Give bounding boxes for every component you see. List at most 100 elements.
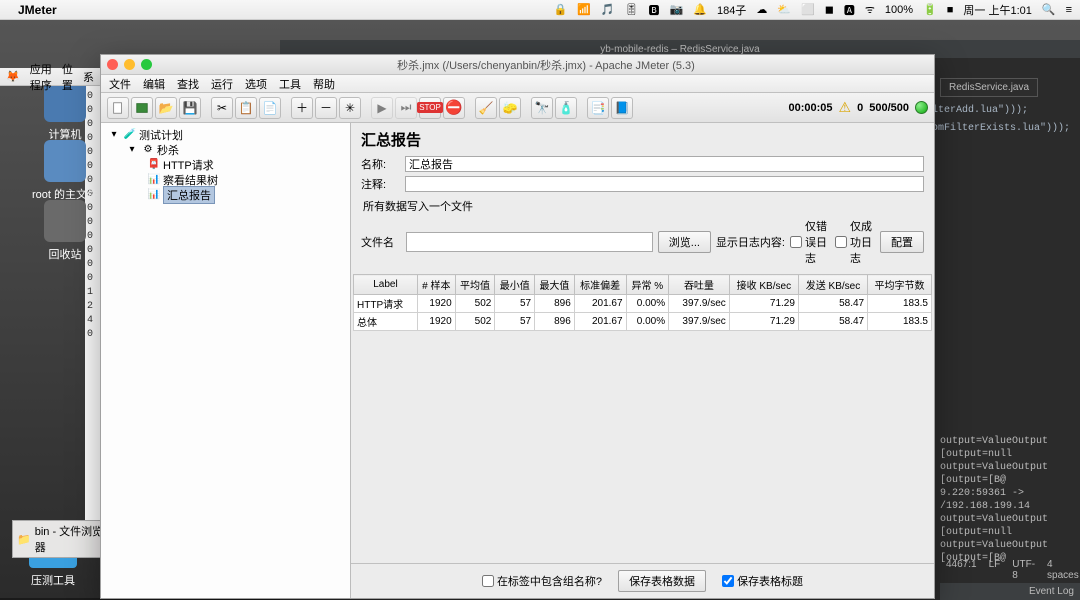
clear-all-button[interactable]: 🧽 (499, 97, 521, 119)
shutdown-button[interactable]: ⛔ (443, 97, 465, 119)
gnome-apps[interactable]: 应用程序 (30, 61, 52, 93)
menubar-status-item[interactable]: 🅰 (844, 2, 855, 18)
name-label: 名称: (361, 156, 401, 172)
menubar-status-item[interactable]: ≡ (1066, 4, 1072, 16)
menubar-status-item[interactable]: 🔍 (1042, 3, 1056, 16)
table-header[interactable]: 异常 % (626, 275, 669, 295)
ide-console: output=ValueOutput [output=nulloutput=Va… (940, 435, 1075, 565)
stop-button[interactable]: STOP (419, 97, 441, 119)
menubar-status-item[interactable]: 🎚 (625, 3, 639, 16)
menu-item[interactable]: 工具 (279, 76, 301, 92)
start-notimers-button[interactable]: ⏭ (395, 97, 417, 119)
toggle-button[interactable]: ✳ (339, 97, 361, 119)
menubar-status-item[interactable]: 🔒 (553, 3, 567, 16)
table-header[interactable]: # 样本 (417, 275, 455, 295)
menubar-status-item[interactable]: 🎵 (601, 3, 615, 16)
table-header[interactable]: 接收 KB/sec (729, 275, 798, 295)
open-button[interactable]: 📂 (155, 97, 177, 119)
table-header[interactable]: Label (354, 275, 418, 295)
close-icon[interactable] (107, 59, 118, 70)
table-row[interactable]: HTTP请求192050257896201.670.00%397.9/sec71… (354, 295, 932, 313)
menubar-status-item[interactable]: 📶 (577, 3, 591, 16)
function-helper-button[interactable]: 📑 (587, 97, 609, 119)
tree-threadgroup[interactable]: ▾⚙秒杀 (103, 142, 348, 157)
errors-only-checkbox[interactable]: 仅错误日志 (790, 218, 830, 266)
tree-view-results-tree[interactable]: 📊察看结果树 (103, 172, 348, 187)
menu-item[interactable]: 运行 (211, 76, 233, 92)
include-group-checkbox[interactable]: 在标签中包含组名称? (482, 573, 602, 589)
menubar-status-item[interactable]: 100% (885, 4, 913, 16)
jmeter-menubar[interactable]: 文件编辑查找运行选项工具帮助 (101, 75, 934, 93)
save-table-data-button[interactable]: 保存表格数据 (618, 570, 706, 592)
menubar-status-item[interactable]: 🅱 (649, 2, 660, 18)
menu-item[interactable]: 帮助 (313, 76, 335, 92)
filename-input[interactable] (406, 232, 653, 252)
mac-menubar[interactable]: JMeter 🔒 📶 🎵 🎚 🅱 📷 🔔 184子 ☁ ⛅ ⬜ ◼ 🅰 ᯤ 100% 🔋 ■ 周一 上午1:01 🔍… (0, 0, 1080, 20)
gnome-panel[interactable]: 🦊 应用程序 位置 系 (0, 68, 100, 86)
gnome-places[interactable]: 位置 (62, 61, 73, 93)
window-controls[interactable] (107, 59, 152, 70)
table-row[interactable]: 总体192050257896201.670.00%397.9/sec71.295… (354, 313, 932, 331)
menubar-status-item[interactable]: ☁ (756, 3, 767, 16)
table-header[interactable]: 最大值 (535, 275, 575, 295)
clear-button[interactable]: 🧹 (475, 97, 497, 119)
paste-button[interactable]: 📄 (259, 97, 281, 119)
menu-item[interactable]: 选项 (245, 76, 267, 92)
warning-icon[interactable]: ⚠ (839, 99, 852, 116)
taskbar-filebrowser[interactable]: 📁bin - 文件浏览器 (12, 520, 112, 558)
jmeter-toolbar[interactable]: 📂 💾 ✂ 📋 📄 ＋ － ✳ ▶ ⏭ STOP ⛔ 🧹 🧽 🔭 🧴 📑 📘 (101, 93, 934, 123)
menubar-status-item[interactable]: ◼ (825, 3, 834, 16)
table-header[interactable]: 平均值 (455, 275, 495, 295)
menubar-status-item[interactable]: ᯤ (865, 2, 875, 17)
collapse-button[interactable]: － (315, 97, 337, 119)
menubar-status-item[interactable]: ⬜ (801, 3, 815, 16)
save-button[interactable]: 💾 (179, 97, 201, 119)
menubar-status-item[interactable]: 周一 上午1:01 (963, 2, 1031, 18)
window-title: 秒杀.jmx (/Users/chenyanbin/秒杀.jmx) - Apac… (164, 57, 928, 73)
search-button[interactable]: 🔭 (531, 97, 553, 119)
new-button[interactable] (107, 97, 129, 119)
menubar-status-item[interactable]: 📷 (670, 3, 684, 16)
comment-input[interactable] (405, 176, 924, 192)
table-header[interactable]: 标准偏差 (574, 275, 626, 295)
copy-button[interactable]: 📋 (235, 97, 257, 119)
save-table-header-checkbox[interactable]: 保存表格标题 (722, 573, 803, 589)
configure-button[interactable]: 配置 (880, 231, 924, 253)
menu-item[interactable]: 查找 (177, 76, 199, 92)
menubar-status-item[interactable]: ■ (947, 4, 954, 16)
gnome-sys[interactable]: 系 (83, 69, 94, 85)
summary-table-container[interactable]: Label# 样本平均值最小值最大值标准偏差异常 %吞吐量接收 KB/sec发送… (353, 274, 932, 563)
expand-button[interactable]: ＋ (291, 97, 313, 119)
active-app-name[interactable]: JMeter (18, 3, 57, 17)
table-header[interactable]: 最小值 (495, 275, 535, 295)
desktop-icon-trash[interactable]: 回收站 (30, 200, 100, 262)
jmeter-titlebar[interactable]: 秒杀.jmx (/Users/chenyanbin/秒杀.jmx) - Apac… (101, 55, 934, 75)
menubar-status-item[interactable]: 184子 (717, 2, 746, 18)
templates-button[interactable] (131, 97, 153, 119)
start-button[interactable]: ▶ (371, 97, 393, 119)
table-header[interactable]: 平均字节数 (868, 275, 932, 295)
tree-summary-report[interactable]: 📊汇总报告 (103, 187, 348, 202)
cut-button[interactable]: ✂ (211, 97, 233, 119)
success-only-checkbox[interactable]: 仅成功日志 (835, 218, 875, 266)
menubar-status-item[interactable]: 🔋 (923, 3, 937, 16)
menu-item[interactable]: 文件 (109, 76, 131, 92)
test-plan-tree[interactable]: ▾🧪测试计划 ▾⚙秒杀 📮HTTP请求 📊察看结果树 📊汇总报告 (101, 123, 351, 598)
comment-label: 注释: (361, 176, 401, 192)
tree-http-request[interactable]: 📮HTTP请求 (103, 157, 348, 172)
event-log-label[interactable]: Event Log (1029, 586, 1074, 597)
table-header[interactable]: 吞吐量 (669, 275, 730, 295)
tree-testplan[interactable]: ▾🧪测试计划 (103, 127, 348, 142)
ide-tab[interactable]: RedisService.java (940, 78, 1038, 97)
zoom-icon[interactable] (141, 59, 152, 70)
table-header[interactable]: 发送 KB/sec (798, 275, 867, 295)
menubar-status-item[interactable]: ⛅ (777, 3, 791, 16)
name-input[interactable] (405, 156, 924, 172)
help-button[interactable]: 📘 (611, 97, 633, 119)
menu-item[interactable]: 编辑 (143, 76, 165, 92)
browse-button[interactable]: 浏览... (658, 231, 711, 253)
minimize-icon[interactable] (124, 59, 135, 70)
menubar-status-item[interactable]: 🔔 (693, 3, 707, 16)
elapsed-timer: 00:00:05 (789, 102, 833, 114)
reset-search-button[interactable]: 🧴 (555, 97, 577, 119)
